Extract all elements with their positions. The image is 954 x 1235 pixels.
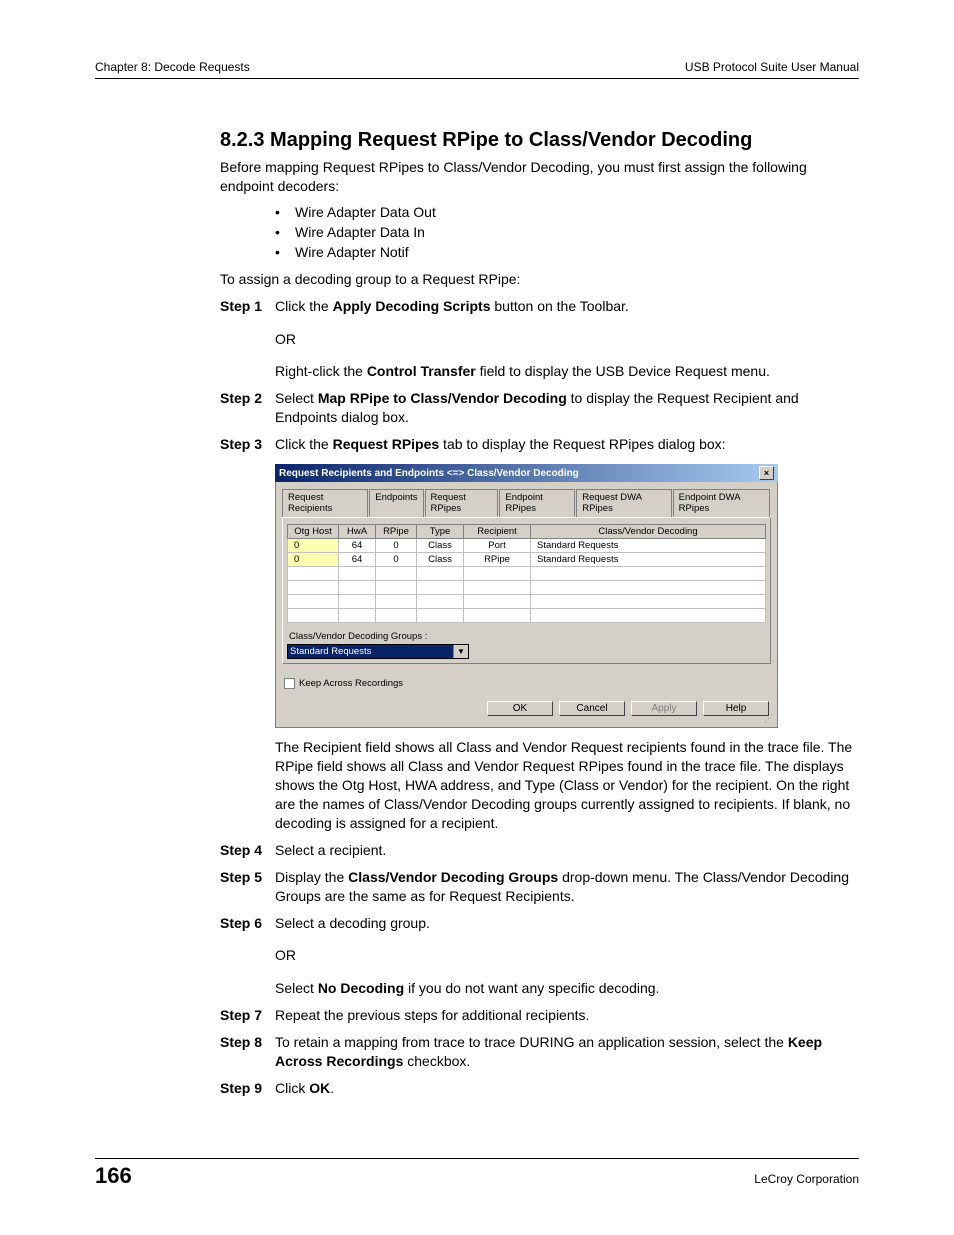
keep-across-recordings-checkbox[interactable] xyxy=(284,678,295,689)
groups-label: Class/Vendor Decoding Groups : xyxy=(289,631,766,642)
step-6: Step 6 Select a decoding group. OR Selec… xyxy=(220,914,859,999)
decoder-list: Wire Adapter Data Out Wire Adapter Data … xyxy=(275,204,859,260)
chevron-down-icon[interactable]: ▼ xyxy=(453,645,468,658)
page-header: Chapter 8: Decode Requests USB Protocol … xyxy=(95,60,859,79)
apply-button[interactable]: Apply xyxy=(631,701,697,716)
step-label: Step 9 xyxy=(220,1079,275,1098)
dialog-screenshot: Request Recipients and Endpoints <=> Cla… xyxy=(275,464,778,728)
step-label: Step 4 xyxy=(220,841,275,860)
step-3: Step 3 Click the Request RPipes tab to d… xyxy=(220,435,859,454)
intro2-text: To assign a decoding group to a Request … xyxy=(220,270,859,289)
tab-endpoint-rpipes[interactable]: Endpoint RPipes xyxy=(499,489,575,517)
rpipes-table[interactable]: Otg Host HwA RPipe Type Recipient Class/… xyxy=(287,524,766,623)
step-7: Step 7 Repeat the previous steps for add… xyxy=(220,1006,859,1025)
step-2: Step 2 Select Map RPipe to Class/Vendor … xyxy=(220,389,859,427)
step-5: Step 5 Display the Class/Vendor Decoding… xyxy=(220,868,859,906)
table-row[interactable]: 0 64 0 Class Port Standard Requests xyxy=(288,539,766,553)
step-label: Step 5 xyxy=(220,868,275,906)
resize-grip-icon[interactable]: ⋰ xyxy=(282,716,771,721)
dialog-title-text: Request Recipients and Endpoints <=> Cla… xyxy=(279,468,579,479)
footer-corp: LeCroy Corporation xyxy=(754,1172,859,1186)
close-icon[interactable]: × xyxy=(759,466,774,480)
page-number: 166 xyxy=(95,1163,132,1189)
dialog-tabs: Request Recipients Endpoints Request RPi… xyxy=(282,488,771,517)
ok-button[interactable]: OK xyxy=(487,701,553,716)
list-item: Wire Adapter Notif xyxy=(275,244,859,260)
list-item: Wire Adapter Data Out xyxy=(275,204,859,220)
tab-endpoint-dwa-rpipes[interactable]: Endpoint DWA RPipes xyxy=(673,489,770,517)
decoding-groups-dropdown[interactable]: Standard Requests ▼ xyxy=(287,644,469,659)
section-title: 8.2.3 Mapping Request RPipe to Class/Ven… xyxy=(220,129,859,152)
help-button[interactable]: Help xyxy=(703,701,769,716)
step-label: Step 7 xyxy=(220,1006,275,1025)
page-footer: 166 LeCroy Corporation xyxy=(95,1158,859,1189)
step-4: Step 4 Select a recipient. xyxy=(220,841,859,860)
keep-label: Keep Across Recordings xyxy=(299,678,403,689)
step-label: Step 3 xyxy=(220,435,275,454)
tab-endpoints[interactable]: Endpoints xyxy=(369,489,423,517)
list-item: Wire Adapter Data In xyxy=(275,224,859,240)
header-left: Chapter 8: Decode Requests xyxy=(95,60,250,74)
step-label: Step 1 xyxy=(220,297,275,382)
post-dialog-text: The Recipient field shows all Class and … xyxy=(220,738,859,832)
step-9: Step 9 Click OK. xyxy=(220,1079,859,1098)
intro-text: Before mapping Request RPipes to Class/V… xyxy=(220,158,859,196)
cancel-button[interactable]: Cancel xyxy=(559,701,625,716)
tab-request-dwa-rpipes[interactable]: Request DWA RPipes xyxy=(576,489,671,517)
step-8: Step 8 To retain a mapping from trace to… xyxy=(220,1033,859,1071)
tab-request-recipients[interactable]: Request Recipients xyxy=(282,489,368,517)
header-right: USB Protocol Suite User Manual xyxy=(685,60,859,74)
tab-request-rpipes[interactable]: Request RPipes xyxy=(425,489,499,517)
dialog-titlebar: Request Recipients and Endpoints <=> Cla… xyxy=(275,464,778,482)
step-label: Step 8 xyxy=(220,1033,275,1071)
step-1: Step 1 Click the Apply Decoding Scripts … xyxy=(220,297,859,382)
step-label: Step 2 xyxy=(220,389,275,427)
step-label: Step 6 xyxy=(220,914,275,999)
table-row[interactable]: 0 64 0 Class RPipe Standard Requests xyxy=(288,553,766,567)
